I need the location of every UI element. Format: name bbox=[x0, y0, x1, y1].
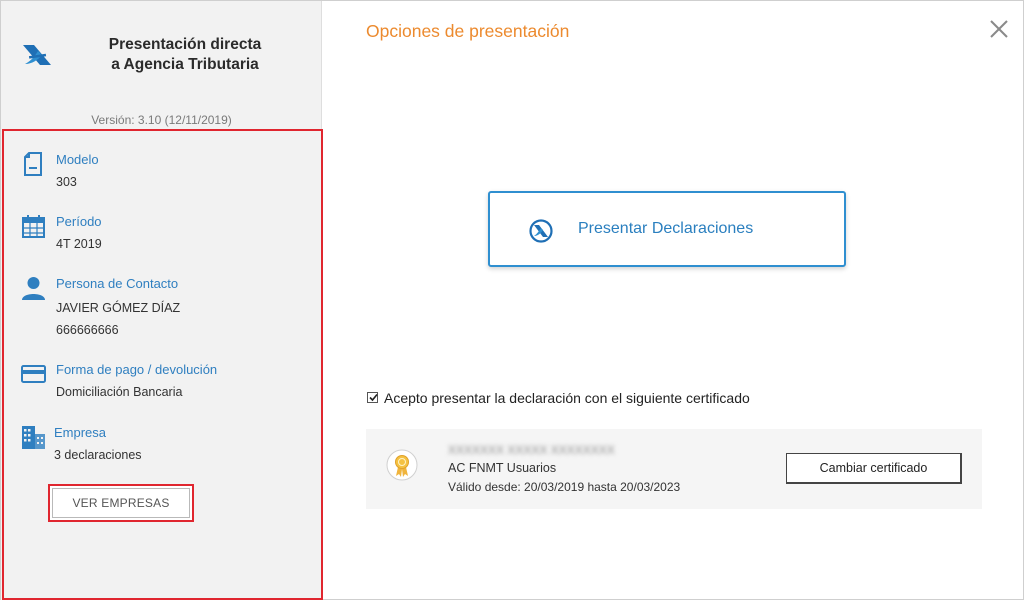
info-value-contacto-nombre: JAVIER GÓMEZ DÍAZ bbox=[56, 301, 181, 315]
app-title-line-1: Presentación directa bbox=[108, 36, 262, 53]
certificate-card: XXXXXXX XXXXX XXXXXXXX AC FNMT Usuarios … bbox=[366, 429, 982, 509]
info-label-forma-pago: Forma de pago / devolución bbox=[56, 362, 218, 377]
aeat-logo-icon bbox=[529, 219, 553, 243]
app-title: Presentación directa a Agencia Tributari… bbox=[65, 35, 305, 75]
info-label-modelo: Modelo bbox=[56, 152, 99, 167]
credit-card-icon bbox=[21, 365, 46, 383]
brand-header: Presentación directa a Agencia Tributari… bbox=[21, 33, 311, 77]
ver-empresas-highlight: VER EMPRESAS bbox=[48, 484, 194, 522]
document-icon bbox=[24, 152, 42, 176]
calendar-icon bbox=[22, 215, 45, 238]
version-label: Versión: 3.10 (12/11/2019) bbox=[91, 113, 232, 127]
building-icon bbox=[22, 426, 45, 449]
presentar-declaraciones-button[interactable]: Presentar Declaraciones bbox=[488, 191, 846, 267]
page-title: Opciones de presentación bbox=[366, 21, 570, 41]
certificate-issuer: AC FNMT Usuarios bbox=[448, 461, 557, 475]
checkmark-icon bbox=[369, 393, 378, 402]
certificate-holder-name: XXXXXXX XXXXX XXXXXXXX bbox=[448, 443, 615, 457]
ver-empresas-button[interactable]: VER EMPRESAS bbox=[52, 488, 190, 518]
accept-certificate-checkbox[interactable] bbox=[367, 392, 378, 403]
declaration-info-panel: Modelo 303 Período 4T 2019 Persona de Co… bbox=[2, 129, 323, 600]
info-label-empresa: Empresa bbox=[54, 425, 107, 440]
info-label-periodo: Período bbox=[56, 214, 102, 229]
info-value-forma-pago: Domiciliación Bancaria bbox=[56, 385, 183, 399]
certificate-medal-icon bbox=[386, 449, 418, 481]
info-value-contacto-telefono: 666666666 bbox=[56, 323, 119, 337]
info-value-empresa: 3 declaraciones bbox=[54, 448, 142, 462]
info-label-contacto: Persona de Contacto bbox=[56, 276, 179, 291]
info-value-periodo: 4T 2019 bbox=[56, 237, 102, 251]
aeat-logo-icon bbox=[23, 45, 51, 65]
app-title-line-2: a Agencia Tributaria bbox=[111, 56, 259, 73]
accept-certificate-label: Acepto presentar la declaración con el s… bbox=[384, 390, 750, 406]
close-icon[interactable] bbox=[987, 17, 1011, 41]
presentation-window: Presentación directa a Agencia Tributari… bbox=[0, 0, 1024, 600]
person-icon bbox=[22, 277, 45, 300]
presentar-declaraciones-label: Presentar Declaraciones bbox=[578, 220, 754, 237]
certificate-validity: Válido desde: 20/03/2019 hasta 20/03/202… bbox=[448, 480, 681, 494]
info-value-modelo: 303 bbox=[56, 175, 77, 189]
cambiar-certificado-button[interactable]: Cambiar certificado bbox=[786, 453, 962, 484]
